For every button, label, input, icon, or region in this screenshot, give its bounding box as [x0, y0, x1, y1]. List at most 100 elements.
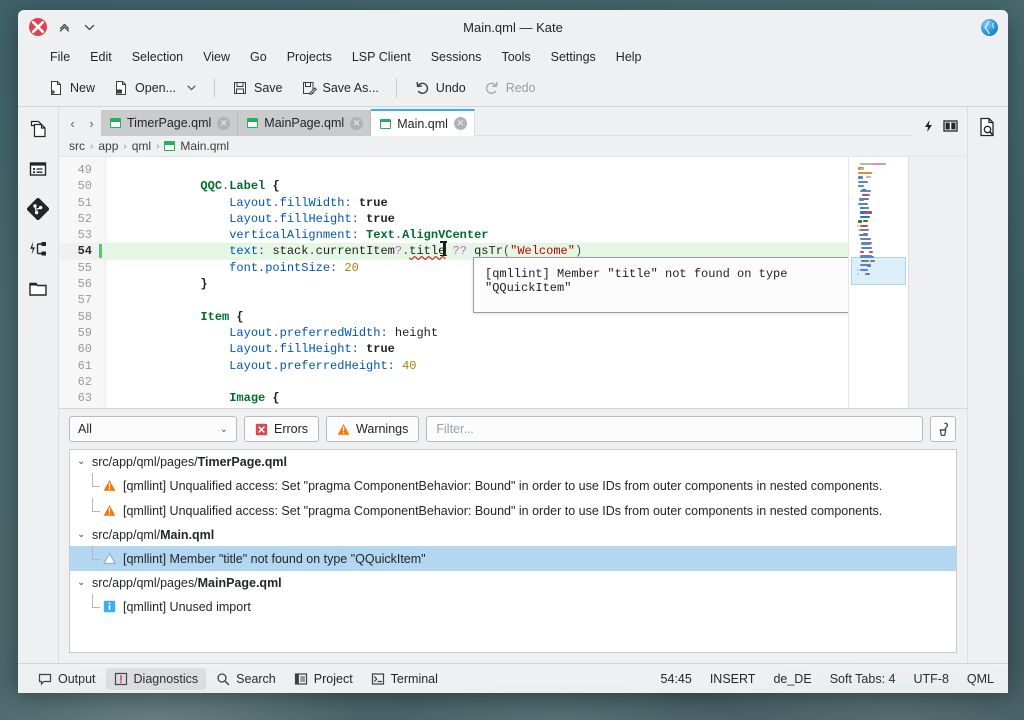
chevron-down-icon: ⌄ [219, 423, 228, 435]
window-shade-button[interactable] [56, 19, 72, 35]
diagnostics-row[interactable]: [qmllint] Unqualified access: Set "pragm… [70, 473, 956, 498]
window-close-button[interactable] [29, 18, 47, 36]
diagnostics-group[interactable]: ⌄ src/app/qml/pages/TimerPage.qml [70, 450, 956, 473]
statusbar-tab-label: Terminal [390, 671, 438, 686]
statusbar-input-mode[interactable]: INSERT [710, 672, 756, 686]
errors-toggle-button[interactable]: Errors [244, 416, 320, 442]
undo-button[interactable]: Undo [406, 76, 474, 100]
diagnostics-message: [qmllint] Unqualified access: Set "pragm… [123, 503, 883, 518]
code-line[interactable] [106, 162, 848, 178]
breadcrumb-item-qml[interactable]: qml [132, 139, 151, 153]
warnings-toggle-button[interactable]: Warnings [326, 416, 420, 442]
statusbar-language[interactable]: QML [967, 672, 994, 686]
window-menu-button[interactable] [81, 19, 97, 35]
menu-edit[interactable]: Edit [80, 47, 122, 67]
breadcrumb-item-main-qml[interactable]: Main.qml [180, 139, 229, 153]
tab-next-button[interactable]: › [82, 110, 101, 136]
chevron-down-icon[interactable]: ⌄ [77, 529, 87, 540]
close-icon [31, 20, 45, 34]
code-line[interactable]: Image { [106, 390, 848, 406]
statusbar-tab-diagnostics[interactable]: Diagnostics [105, 667, 207, 690]
toolbar-separator-2 [395, 77, 397, 98]
code-token: . [308, 244, 316, 259]
code-line[interactable]: QQC.Label { [106, 178, 848, 194]
statusbar-indentation[interactable]: Soft Tabs: 4 [830, 672, 896, 686]
window-controls-left [18, 18, 97, 36]
statusbar-encoding[interactable]: UTF-8 [913, 672, 948, 686]
diagnostics-filter-input[interactable] [426, 416, 923, 442]
menu-help[interactable]: Help [606, 47, 652, 67]
code-line[interactable]: Layout.preferredHeight: 40 [106, 358, 848, 374]
code-line[interactable]: Layout.fillHeight: true [106, 211, 848, 227]
warning-icon [337, 423, 350, 435]
code-minimap[interactable] [848, 157, 908, 408]
menu-sessions[interactable]: Sessions [421, 47, 492, 67]
menu-projects[interactable]: Projects [277, 47, 342, 67]
code-line[interactable]: Layout.preferredWidth: height [106, 325, 848, 341]
statusbar-tab-project[interactable]: Project [286, 668, 361, 690]
split-view-icon[interactable] [943, 119, 958, 133]
diagnostics-group[interactable]: ⌄ src/app/qml/Main.qml [70, 523, 956, 546]
sidebar-item-project[interactable] [24, 275, 52, 303]
code-token: Layout [229, 358, 273, 373]
menu-settings[interactable]: Settings [541, 47, 606, 67]
statusbar-cursor-position[interactable]: 54:45 [661, 672, 692, 686]
save-button[interactable]: Save [224, 76, 291, 100]
menu-tools[interactable]: Tools [491, 47, 540, 67]
breadcrumb-item-src[interactable]: src [69, 139, 85, 153]
code-token: stack [272, 244, 309, 259]
code-line[interactable]: Layout.fillHeight: true [106, 341, 848, 357]
menu-view[interactable]: View [193, 47, 240, 67]
statusbar-status-group: 54:45 INSERT de_DE Soft Tabs: 4 UTF-8 QM… [661, 672, 994, 686]
tab-prev-button[interactable]: ‹ [63, 110, 82, 136]
sidebar-item-git[interactable] [24, 195, 52, 223]
menu-file[interactable]: File [40, 47, 80, 67]
diagnostics-row[interactable]: [qmllint] Member "title" not found on ty… [70, 546, 956, 571]
diagnostics-row[interactable]: [qmllint] Unused import [70, 594, 956, 619]
diagnostics-group[interactable]: ⌄ src/app/qml/pages/MainPage.qml [70, 571, 956, 594]
statusbar: Output Diagnostics Search Project Termin… [18, 663, 1008, 693]
minimap-viewport[interactable] [851, 257, 906, 285]
tab-timerpage-qml[interactable]: TimerPage.qml ✕ [101, 110, 239, 136]
statusbar-locale[interactable]: de_DE [773, 672, 811, 686]
sidebar-item-lsp-client[interactable] [24, 235, 52, 263]
code-view[interactable]: QQC.Label { Layout.fillWidth: true Layou… [106, 157, 848, 408]
breadcrumb-item-app[interactable]: app [98, 139, 118, 153]
chevron-down-icon[interactable]: ⌄ [77, 456, 87, 467]
menu-go[interactable]: Go [240, 47, 277, 67]
menu-selection[interactable]: Selection [122, 47, 193, 67]
save-as-button[interactable]: Save As... [293, 76, 387, 100]
open-dropdown-chevron-icon[interactable] [186, 82, 197, 93]
statusbar-tab-search[interactable]: Search [208, 668, 284, 690]
statusbar-tab-output[interactable]: Output [30, 668, 104, 690]
menu-lsp-client[interactable]: LSP Client [342, 47, 421, 67]
lsp-bolt-icon[interactable] [922, 119, 935, 133]
diagnostics-row[interactable]: [qmllint] Unqualified access: Set "pragm… [70, 498, 956, 523]
new-button[interactable]: New [40, 76, 103, 100]
tab-main-qml[interactable]: Main.qml ✕ [371, 109, 475, 136]
minimap-line [860, 268, 868, 271]
code-line[interactable]: verticalAlignment: Text.AlignVCenter [106, 227, 848, 243]
tab-close-icon[interactable]: ✕ [217, 116, 231, 130]
desktop-background: Main.qml — Kate File Edit Selection View… [0, 0, 1024, 720]
code-line[interactable]: Layout.fillWidth: true [106, 195, 848, 211]
editor-column: ‹ › TimerPage.qml ✕ MainPage.qml ✕ Main.… [59, 107, 967, 663]
save-as-icon [302, 81, 317, 95]
code-token: font [229, 260, 259, 275]
code-line[interactable] [106, 374, 848, 390]
statusbar-tab-terminal[interactable]: Terminal [363, 668, 446, 690]
window-titlebar: Main.qml — Kate [18, 10, 1008, 44]
sidebar-item-search-replace[interactable] [974, 113, 1002, 141]
tab-close-icon[interactable]: ✕ [453, 117, 467, 130]
chevron-down-icon[interactable]: ⌄ [77, 577, 87, 588]
severity-filter-select[interactable]: All ⌄ [69, 416, 237, 442]
sidebar-item-outline[interactable] [24, 155, 52, 183]
tab-mainpage-qml[interactable]: MainPage.qml ✕ [238, 110, 372, 136]
diagnostics-tree[interactable]: ⌄ src/app/qml/pages/TimerPage.qml [qmllint… [69, 449, 957, 653]
tab-close-icon[interactable]: ✕ [350, 116, 364, 130]
sidebar-item-documents[interactable] [24, 115, 52, 143]
open-button[interactable]: Open... [105, 76, 205, 100]
clear-diagnostics-button[interactable] [930, 416, 956, 442]
globe-icon[interactable] [981, 18, 998, 36]
